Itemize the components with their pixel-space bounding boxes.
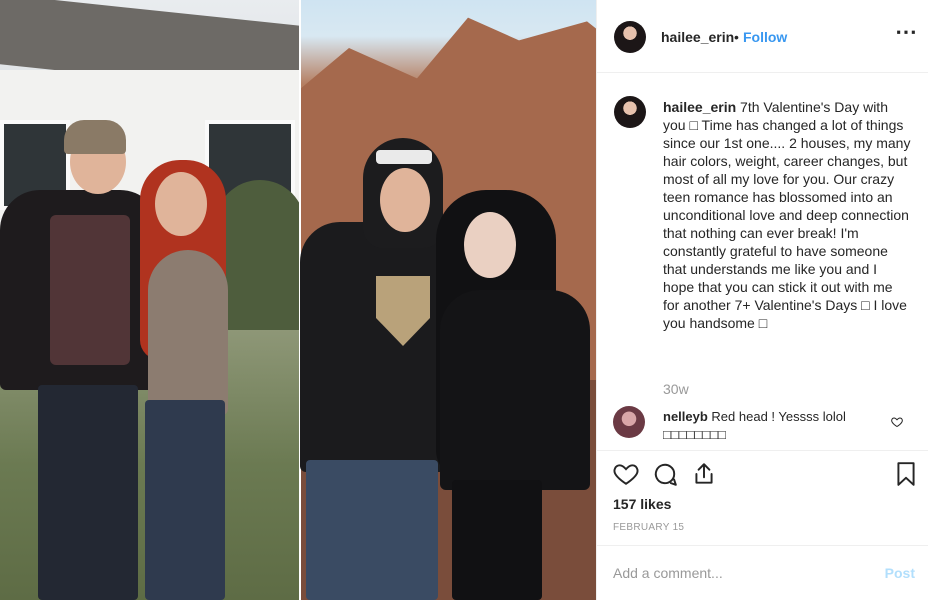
post-header: hailee_erin • Follow ⋯: [597, 0, 928, 73]
likes-count[interactable]: 157 likes: [613, 496, 671, 512]
comment-username[interactable]: nelleyb: [663, 409, 708, 424]
comment-icon[interactable]: [652, 461, 678, 487]
caption-text: 7th Valentine's Day with you □ Time has …: [663, 99, 911, 331]
caption-username[interactable]: hailee_erin: [663, 99, 736, 115]
follow-button[interactable]: Follow: [743, 29, 787, 45]
add-comment-bar: Post: [597, 545, 928, 600]
post-comment-button[interactable]: Post: [885, 565, 915, 581]
post-time-ago[interactable]: 30w: [663, 381, 689, 397]
caption-text-block: hailee_erin 7th Valentine's Day with you…: [663, 98, 911, 332]
more-options-icon[interactable]: ⋯: [895, 21, 917, 43]
comment-avatar[interactable]: [613, 406, 645, 438]
add-comment-input[interactable]: [613, 562, 853, 584]
caption-avatar[interactable]: [614, 96, 646, 128]
share-icon[interactable]: [691, 461, 717, 487]
post-photo[interactable]: [0, 0, 596, 600]
post-side-panel: hailee_erin • Follow ⋯ hailee_erin 7th V…: [596, 0, 928, 600]
post-date[interactable]: FEBRUARY 15: [613, 522, 684, 533]
header-username[interactable]: hailee_erin: [661, 29, 734, 45]
follow-separator: •: [734, 29, 739, 45]
avatar[interactable]: [614, 21, 646, 53]
comment-item: nelleyb Red head ! Yessss lolol □□□□□□□□: [597, 404, 928, 448]
heart-icon[interactable]: [613, 461, 639, 487]
bookmark-icon[interactable]: [893, 461, 919, 487]
comment-like-icon[interactable]: [891, 416, 903, 428]
comment-text-block: nelleyb Red head ! Yessss lolol □□□□□□□□: [663, 408, 883, 444]
